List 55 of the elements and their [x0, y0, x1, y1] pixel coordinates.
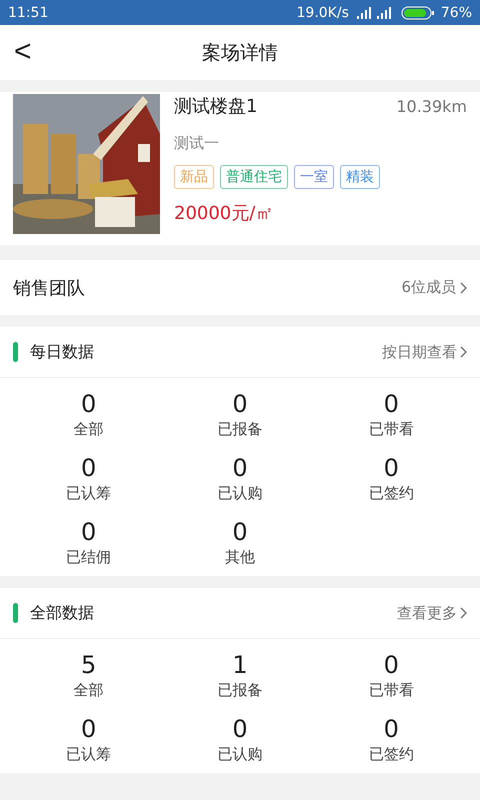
stat-value: 0	[232, 454, 248, 482]
distance: 10.39km	[396, 96, 467, 116]
stat-label: 已认购	[217, 483, 262, 504]
stat-value: 0	[81, 715, 96, 743]
stat-label: 全部	[74, 680, 104, 701]
stat-label: 已签约	[368, 744, 414, 765]
status-time: 11:51	[8, 4, 48, 20]
stat-label: 全部	[74, 419, 104, 440]
property-tag: 普通住宅	[220, 165, 288, 189]
battery-icon	[400, 6, 435, 20]
stat-label: 已结佣	[66, 547, 112, 568]
stat-label: 已认购	[217, 744, 262, 765]
network-speed: 19.0K/s	[296, 4, 349, 20]
stat-value: 0	[384, 651, 399, 679]
stat-value: 0	[81, 454, 96, 482]
accent-bar	[13, 342, 18, 362]
sales-team-row[interactable]: 销售团队 6位成员	[0, 260, 480, 315]
stat-label: 已认筹	[66, 483, 112, 504]
stat-value: 0	[384, 715, 399, 743]
property-tag: 一室	[294, 165, 334, 189]
property-name: 测试楼盘1	[174, 95, 258, 118]
property-subtitle: 测试一	[174, 134, 220, 153]
stat-value: 0	[232, 390, 248, 418]
stat-value: 0	[384, 390, 399, 418]
chevron-icon	[460, 607, 467, 619]
stat-label: 已报备	[217, 419, 262, 440]
stat-value: 0	[384, 454, 399, 482]
property-tag: 精装	[340, 165, 380, 189]
stat-value: 1	[232, 651, 248, 679]
stat-label: 已认筹	[66, 744, 112, 765]
stat-value: 0	[232, 518, 248, 546]
section-link[interactable]: 查看更多	[397, 604, 467, 622]
stat-label: 其他	[224, 547, 255, 568]
stat-value: 0	[81, 390, 96, 418]
stat-value: 5	[81, 651, 96, 679]
accent-bar	[13, 603, 18, 623]
property-tag: 新品	[174, 165, 214, 189]
page-title: 案场详情	[202, 40, 278, 66]
stat-value: 0	[81, 518, 96, 546]
sales-team-label: 销售团队	[13, 276, 85, 300]
stat-value: 0	[232, 715, 248, 743]
stat-label: 已报备	[217, 680, 262, 701]
chevron-icon	[460, 346, 467, 358]
property-card[interactable]: 测试楼盘1 10.39km 测试一 新品 普通住宅 一室 精装 20000元/㎡	[0, 92, 480, 245]
section-title: 每日数据	[30, 342, 94, 362]
chevron-icon	[460, 282, 467, 294]
stat-label: 已签约	[368, 483, 414, 504]
section-title: 全部数据	[30, 602, 94, 624]
section-link[interactable]: 按日期查看	[382, 342, 467, 362]
stat-label: 已带看	[368, 680, 414, 701]
stat-label: 已带看	[368, 419, 414, 440]
back-button[interactable]: <	[10, 37, 36, 67]
member-count: 6位成员	[401, 278, 456, 297]
price: 20000元/㎡	[174, 202, 274, 225]
battery-percent: 76%	[440, 4, 472, 20]
